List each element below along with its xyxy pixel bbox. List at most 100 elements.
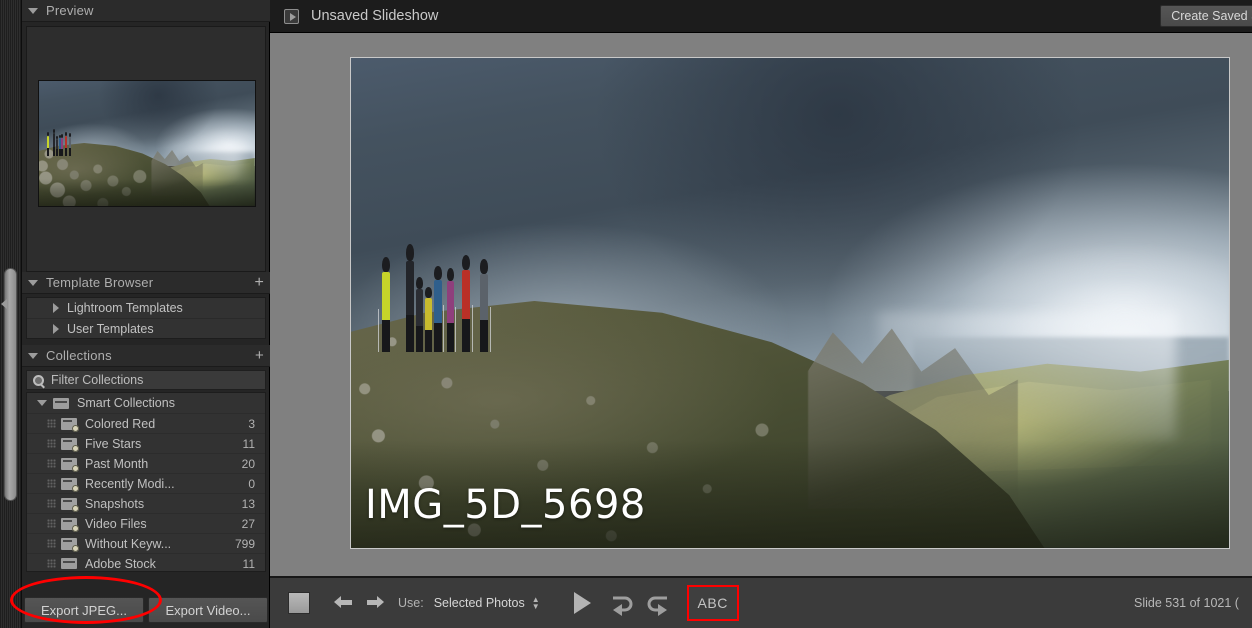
preview-thumbnail[interactable]	[38, 80, 256, 207]
disclosure-triangle-down-icon[interactable]	[28, 7, 38, 14]
smart-collection-icon	[61, 537, 79, 552]
hiker-figure	[461, 254, 470, 352]
collection-item-count: 0	[248, 476, 255, 491]
export-video-button[interactable]: Export Video...	[148, 597, 268, 623]
add-collection-plus-icon[interactable]: +	[255, 348, 264, 363]
collection-set-icon	[53, 397, 69, 409]
hiker-figure	[434, 265, 443, 352]
slide-photo	[351, 58, 1229, 548]
collection-item-five-stars[interactable]: Five Stars 11	[27, 433, 265, 453]
trekking-pole	[471, 304, 473, 352]
collection-item-count: 20	[241, 456, 255, 471]
preview-title: Preview	[46, 3, 94, 18]
hiker-figure	[479, 259, 488, 352]
template-list: Lightroom Templates User Templates	[26, 297, 266, 339]
drag-dots-icon	[47, 539, 56, 548]
drag-dots-icon	[47, 499, 56, 508]
drag-dots-icon	[47, 439, 56, 448]
smart-collection-icon	[61, 417, 79, 432]
collection-item-label: Adobe Stock	[85, 556, 156, 571]
hiker-figure	[381, 257, 390, 352]
collection-item-label: Colored Red	[85, 416, 156, 431]
hiker-figure	[446, 267, 454, 352]
trekking-pole	[443, 304, 445, 352]
export-jpeg-button[interactable]: Export JPEG...	[24, 597, 144, 623]
play-button[interactable]	[573, 592, 591, 614]
smart-collection-icon	[61, 477, 79, 492]
collection-item-recently-modified[interactable]: Recently Modi... 0	[27, 473, 265, 493]
collections-section: Collections + Filter Collections Smart C…	[22, 345, 270, 572]
stop-square-icon[interactable]	[288, 592, 310, 614]
collection-item-label: Without Keyw...	[85, 536, 172, 551]
template-browser-header[interactable]: Template Browser +	[22, 272, 270, 294]
drag-dots-icon	[47, 559, 56, 568]
collections-header[interactable]: Collections +	[22, 345, 270, 367]
disclosure-triangle-down-icon[interactable]	[28, 352, 38, 359]
collection-item-label: Video Files	[85, 516, 147, 531]
collection-item-count: 11	[242, 436, 255, 451]
smart-collection-icon	[61, 437, 79, 452]
filter-collections-placeholder: Filter Collections	[51, 373, 144, 387]
use-label: Use:	[398, 596, 424, 610]
export-button-row: Export JPEG... Export Video...	[22, 597, 270, 623]
search-icon	[33, 374, 44, 386]
template-item-label: User Templates	[67, 321, 154, 336]
rotate-left-icon[interactable]	[641, 590, 671, 616]
collection-item-count: 11	[242, 556, 255, 571]
filter-collections-input[interactable]: Filter Collections	[26, 370, 266, 390]
collection-item-adobe-stock[interactable]: Adobe Stock 11	[27, 553, 265, 571]
collections-title: Collections	[46, 348, 112, 363]
previous-slide-button[interactable]	[332, 592, 358, 614]
hiker-figure	[405, 244, 414, 352]
text-overlay-abc-button[interactable]: ABC	[686, 585, 739, 621]
disclosure-triangle-right-icon[interactable]	[53, 323, 59, 334]
disclosure-triangle-right-icon[interactable]	[53, 303, 59, 313]
disclosure-triangle-down-icon[interactable]	[37, 400, 47, 406]
drag-dots-icon	[47, 519, 56, 528]
template-browser-title: Template Browser	[46, 275, 154, 290]
collections-list: Smart Collections Colored Red 3 Five Sta…	[26, 392, 266, 572]
slideshow-toolbar: Use: Selected Photos ▲ ▼ ABC Slide 531 of…	[270, 576, 1252, 628]
collection-group-smart-collections[interactable]: Smart Collections	[27, 393, 265, 413]
rotate-right-icon[interactable]	[609, 590, 639, 616]
slide-preview[interactable]: IMG_5D_5698	[350, 57, 1230, 549]
use-dropdown-value[interactable]: Selected Photos	[434, 596, 525, 610]
collection-item-label: Snapshots	[85, 496, 145, 511]
left-panel: Preview Template Browser + Lightroom Tem…	[0, 0, 270, 628]
add-template-plus-icon[interactable]: +	[254, 274, 264, 291]
trekking-pole	[454, 306, 456, 352]
stepper-up-down-icon[interactable]: ▲ ▼	[532, 596, 540, 611]
hiker-figure	[425, 287, 432, 352]
smart-collection-icon	[61, 517, 79, 532]
collection-set-icon	[61, 558, 77, 569]
collection-item-colored-red[interactable]: Colored Red 3	[27, 413, 265, 433]
preview-section: Preview	[22, 0, 270, 272]
create-saved-slideshow-button[interactable]: Create Saved Sli	[1160, 5, 1252, 27]
topbar: Unsaved Slideshow Create Saved Sli	[270, 0, 1252, 33]
template-browser-section: Template Browser + Lightroom Templates U…	[22, 272, 270, 339]
disclosure-triangle-down-icon[interactable]	[28, 279, 38, 286]
collection-item-video-files[interactable]: Video Files 27	[27, 513, 265, 533]
collection-item-without-keywords[interactable]: Without Keyw... 799	[27, 533, 265, 553]
preview-box	[26, 26, 266, 272]
drag-dots-icon	[47, 419, 56, 428]
template-item-lightroom[interactable]: Lightroom Templates	[27, 298, 265, 318]
drag-dots-icon	[47, 459, 56, 468]
collection-item-snapshots[interactable]: Snapshots 13	[27, 493, 265, 513]
smart-collection-icon	[61, 497, 79, 512]
trekking-pole	[378, 308, 380, 352]
next-slide-button[interactable]	[360, 592, 386, 614]
smart-collection-icon	[61, 457, 79, 472]
slide-overlay-title: IMG_5D_5698	[365, 482, 646, 528]
collection-item-past-month[interactable]: Past Month 20	[27, 453, 265, 473]
collection-group-label: Smart Collections	[77, 396, 175, 410]
preview-header[interactable]: Preview	[22, 0, 270, 22]
slide-stage: IMG_5D_5698	[270, 33, 1252, 576]
trekking-pole	[490, 306, 492, 352]
template-item-user[interactable]: User Templates	[27, 318, 265, 338]
panel-collapse-arrow-icon[interactable]	[0, 297, 8, 311]
hiker-figure	[415, 276, 423, 352]
collection-item-label: Five Stars	[85, 436, 142, 451]
slide-counter: Slide 531 of 1021 (	[1134, 596, 1239, 610]
lightroom-slideshow-window: Preview Template Browser + Lightroom Tem…	[0, 0, 1252, 628]
